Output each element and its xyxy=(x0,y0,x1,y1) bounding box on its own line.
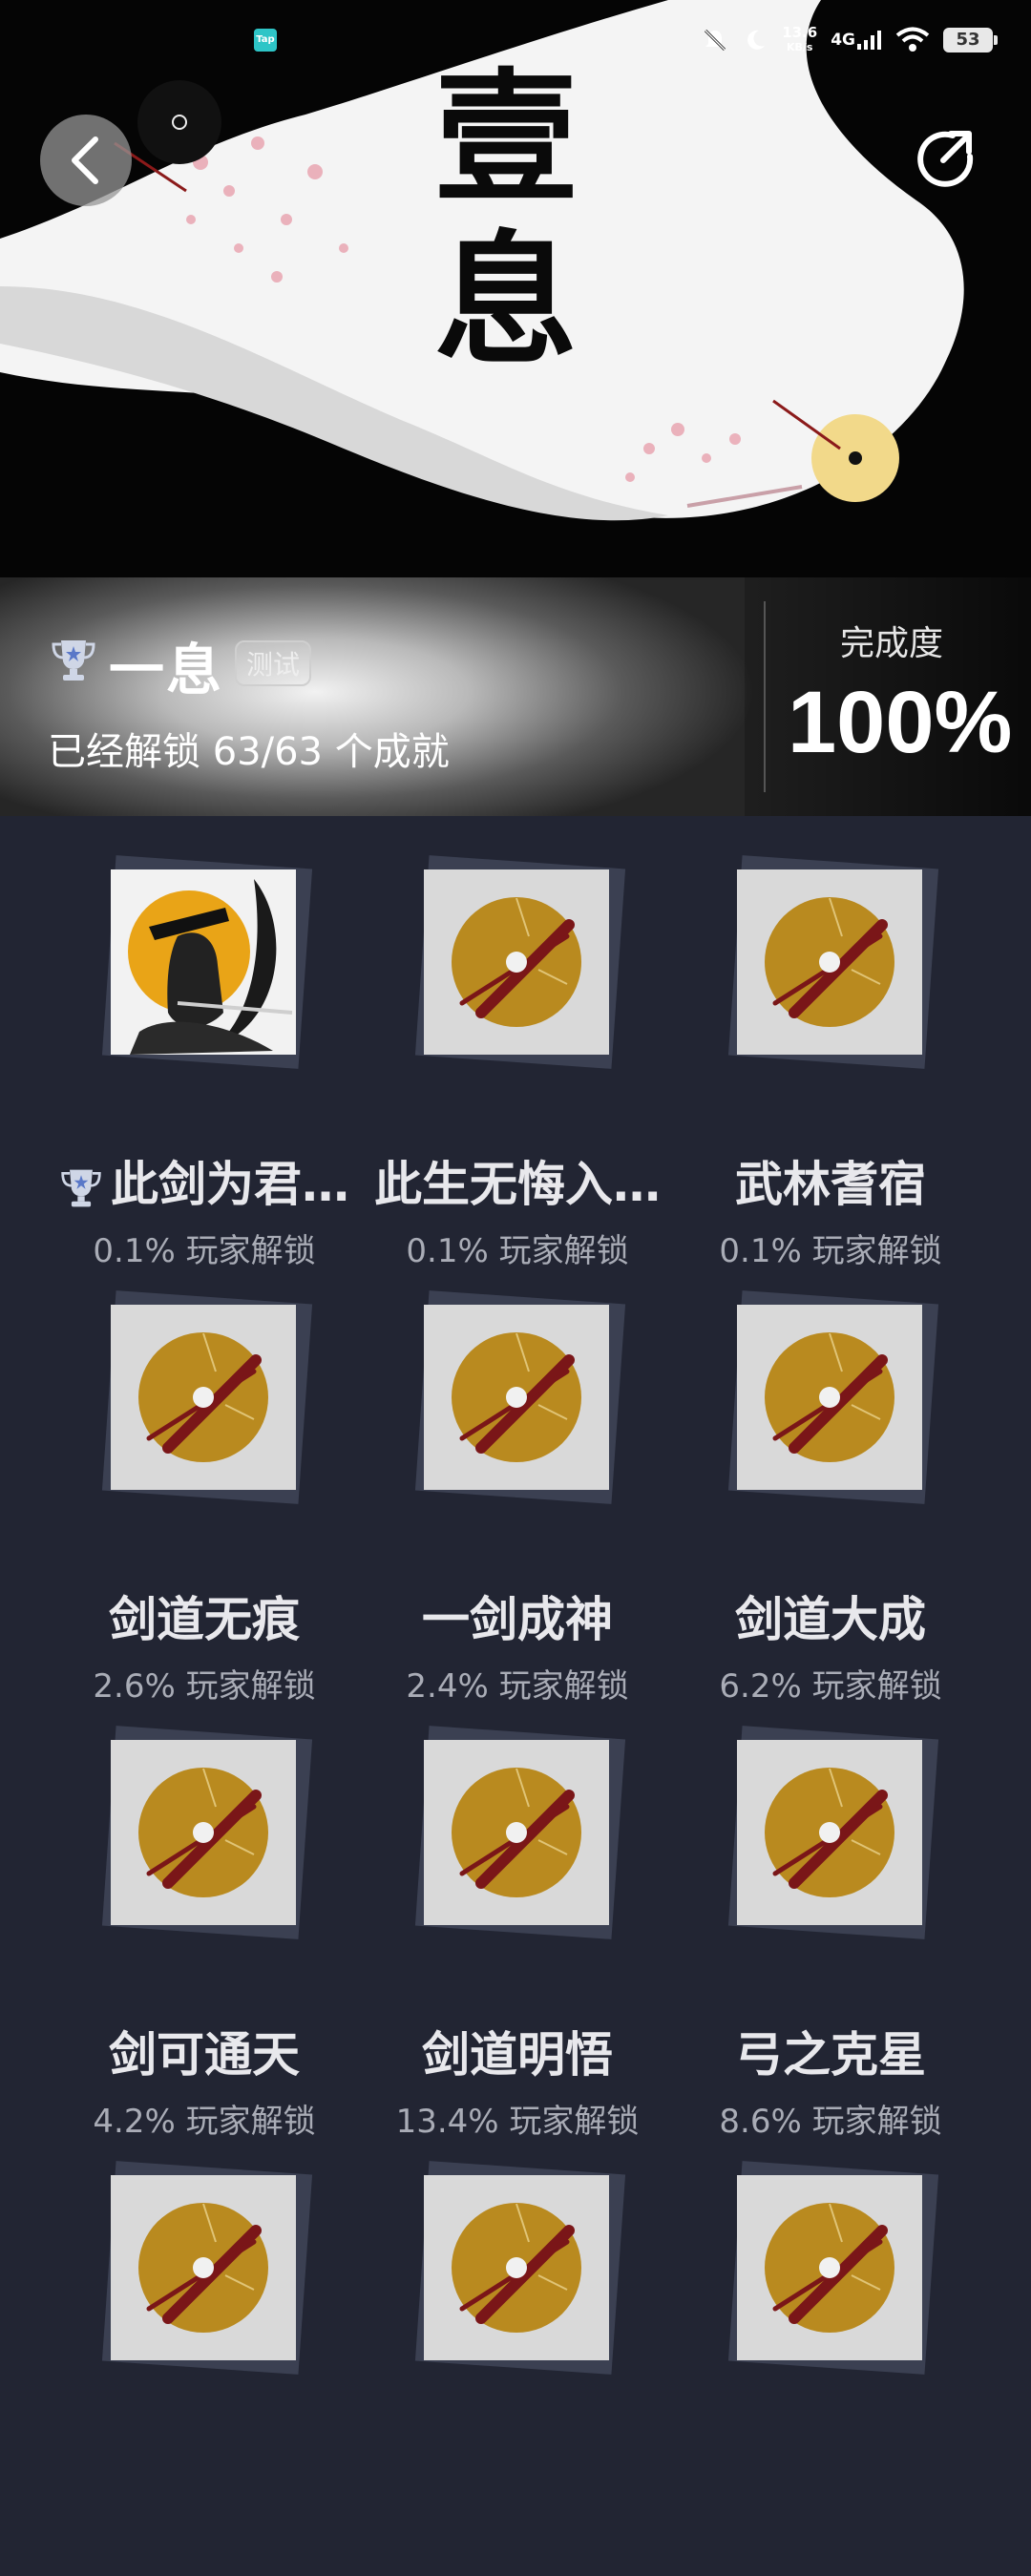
achievement-name-text: 弓之克星 xyxy=(735,2027,926,2083)
achievement-unlock-rate: 2.6% 玩家解锁 xyxy=(93,1667,316,1706)
signal-group: 4G xyxy=(831,31,882,50)
mute-bell-icon xyxy=(705,29,726,52)
achievement-name-text: 此剑为君… xyxy=(111,1157,349,1212)
achievement-icon-card xyxy=(424,1740,609,1925)
locked-achievement-medal-icon xyxy=(765,1332,894,1462)
completion-label: 完成度 xyxy=(840,624,944,663)
locked-achievement-medal-icon xyxy=(452,1768,581,1897)
achievement-unlock-rate: 0.1% 玩家解锁 xyxy=(719,1232,942,1270)
completion-value: 100% xyxy=(788,674,1013,771)
achievement-name: 弓之克星 xyxy=(668,2017,993,2085)
share-button[interactable] xyxy=(907,120,983,197)
locked-achievement-medal-icon xyxy=(452,1332,581,1462)
achievement-item[interactable] xyxy=(668,2161,993,2576)
achievement-name: 剑道明悟 xyxy=(355,2017,680,2085)
achievement-name-text: 一剑成神 xyxy=(422,1592,613,1647)
achievement-icon-card xyxy=(737,2175,922,2360)
achievement-item[interactable]: 此剑为君… 0.1% 玩家解锁 xyxy=(42,855,367,1270)
locked-achievement-medal-icon xyxy=(138,2203,268,2333)
trophy-icon xyxy=(52,640,95,681)
swordsman-achievement-icon xyxy=(111,869,296,1055)
do-not-disturb-moon-icon xyxy=(747,30,766,50)
achievement-item[interactable] xyxy=(42,2161,367,2576)
test-badge: 测试 xyxy=(235,640,312,686)
achievement-name: 此生无悔入… xyxy=(355,1146,680,1215)
achievement-name-text: 剑道无痕 xyxy=(109,1592,300,1647)
divider xyxy=(764,601,766,792)
locked-achievement-medal-icon xyxy=(765,897,894,1027)
wifi-icon xyxy=(895,27,930,52)
achievement-icon-card xyxy=(111,1740,296,1925)
achievement-icon-card xyxy=(111,2175,296,2360)
share-icon xyxy=(917,131,974,187)
achievement-icon-card xyxy=(737,869,922,1055)
achievement-name: 此剑为君… xyxy=(42,1146,367,1215)
achievement-name: 剑道无痕 xyxy=(42,1581,367,1650)
achievement-icon-card xyxy=(111,869,296,1055)
battery-indicator: 53 xyxy=(943,28,998,52)
locked-achievement-medal-icon xyxy=(138,1768,268,1897)
locked-achievement-medal-icon xyxy=(452,2203,581,2333)
achievement-item[interactable]: 剑道大成 6.2% 玩家解锁 xyxy=(668,1290,993,1706)
achievement-icon-card xyxy=(111,1305,296,1490)
locked-achievement-medal-icon xyxy=(452,897,581,1027)
achievement-name-text: 此生无悔入… xyxy=(374,1157,661,1212)
unlock-count: 已经解锁 63/63 个成就 xyxy=(48,730,450,774)
locked-achievement-medal-icon xyxy=(765,2203,894,2333)
achievement-name-text: 武林耆宿 xyxy=(735,1157,926,1212)
achievement-unlock-rate: 4.2% 玩家解锁 xyxy=(93,2103,316,2141)
achievement-item[interactable]: 武林耆宿 0.1% 玩家解锁 xyxy=(668,855,993,1270)
achievement-name: 武林耆宿 xyxy=(668,1146,993,1215)
achievement-summary: 一息 测试 已经解锁 63/63 个成就 完成度 100% xyxy=(0,577,1031,816)
achievement-name-text: 剑道明悟 xyxy=(422,2027,613,2083)
achievement-name: 剑道大成 xyxy=(668,1581,993,1650)
cell-signal-icon xyxy=(857,31,881,50)
achievement-name: 一剑成神 xyxy=(355,1581,680,1650)
achievement-unlock-rate: 0.1% 玩家解锁 xyxy=(93,1232,316,1270)
back-button[interactable] xyxy=(40,115,132,206)
achievement-item[interactable]: 一剑成神 2.4% 玩家解锁 xyxy=(355,1290,680,1706)
taptap-notification-icon: Tap xyxy=(254,29,277,52)
achievement-item[interactable]: 剑道明悟 13.4% 玩家解锁 xyxy=(355,1726,680,2141)
game-title-calligraphy: 壹 息 xyxy=(433,54,578,385)
achievement-name-text: 剑可通天 xyxy=(109,2027,300,2083)
network-speed: 13.6 KB/s xyxy=(782,24,818,53)
achievement-item[interactable]: 弓之克星 8.6% 玩家解锁 xyxy=(668,1726,993,2141)
achievement-icon-card xyxy=(424,1305,609,1490)
achievement-item[interactable]: 此生无悔入… 0.1% 玩家解锁 xyxy=(355,855,680,1270)
back-arrow-icon xyxy=(72,136,98,184)
achievement-name-text: 剑道大成 xyxy=(735,1592,926,1647)
achievement-unlock-rate: 0.1% 玩家解锁 xyxy=(406,1232,629,1270)
achievement-unlock-rate: 13.4% 玩家解锁 xyxy=(395,2103,640,2141)
achievement-item[interactable]: 剑可通天 4.2% 玩家解锁 xyxy=(42,1726,367,2141)
achievement-item[interactable]: 剑道无痕 2.6% 玩家解锁 xyxy=(42,1290,367,1706)
achievement-icon-card xyxy=(424,869,609,1055)
locked-achievement-medal-icon xyxy=(765,1768,894,1897)
network-type: 4G xyxy=(831,31,855,50)
game-banner: Tap 13.6 KB/s 4G 53 壹 息 xyxy=(0,0,1031,577)
trophy-icon xyxy=(61,1169,101,1206)
achievement-icon-card xyxy=(737,1305,922,1490)
achievement-unlock-rate: 8.6% 玩家解锁 xyxy=(719,2103,942,2141)
status-bar: Tap 13.6 KB/s 4G 53 xyxy=(0,21,1031,59)
locked-achievement-medal-icon xyxy=(138,1332,268,1462)
achievement-name: 剑可通天 xyxy=(42,2017,367,2085)
game-name: 一息 xyxy=(109,638,224,702)
achievement-icon-card xyxy=(737,1740,922,1925)
achievement-unlock-rate: 2.4% 玩家解锁 xyxy=(406,1667,629,1706)
achievement-item[interactable] xyxy=(355,2161,680,2576)
achievement-icon-card xyxy=(424,2175,609,2360)
achievement-unlock-rate: 6.2% 玩家解锁 xyxy=(719,1667,942,1706)
